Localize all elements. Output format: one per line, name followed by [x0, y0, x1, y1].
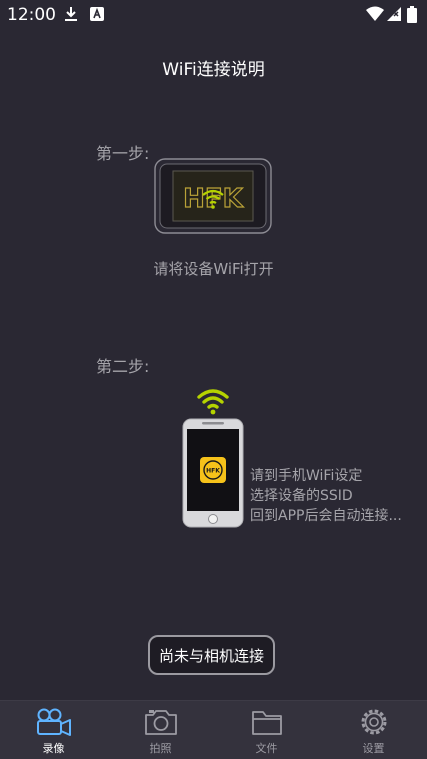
battery-icon	[407, 6, 417, 27]
video-camera-icon	[36, 707, 72, 741]
tab-label: 设置	[362, 742, 385, 755]
status-time: 12:00	[7, 5, 56, 25]
signal-icon	[386, 6, 402, 26]
step2-label: 第二步:	[96, 357, 150, 376]
bottom-tab-bar: 录像 拍照 文件 设置	[0, 700, 427, 759]
folder-icon	[249, 707, 285, 741]
tab-label: 录像	[42, 742, 65, 755]
wifi-icon	[196, 387, 230, 419]
step2-instructions: 请到手机WiFi设定 选择设备的SSID 回到APP后会自动连接...	[250, 466, 402, 526]
phone-illustration: HFK	[182, 418, 244, 528]
step2-line: 回到APP后会自动连接...	[250, 508, 402, 524]
step2-line: 请到手机WiFi设定	[250, 468, 363, 484]
connection-status-button[interactable]: 尚未与相机连接	[148, 635, 275, 675]
app-notification-icon	[90, 6, 104, 25]
tab-label: 文件	[255, 742, 278, 755]
download-icon	[64, 6, 78, 26]
camera-icon	[143, 707, 179, 741]
gear-icon	[356, 707, 392, 741]
page-title: WiFi连接说明	[162, 60, 265, 80]
device-illustration: HFK	[153, 155, 273, 237]
tab-files[interactable]: 文件	[213, 701, 320, 759]
svg-text:HFK: HFK	[206, 468, 220, 475]
step2-line: 选择设备的SSID	[250, 488, 353, 504]
device-logo-text: HFK	[183, 184, 244, 214]
wifi-status-icon	[366, 6, 384, 26]
tab-photo[interactable]: 拍照	[107, 701, 214, 759]
step1-instruction: 请将设备WiFi打开	[153, 260, 274, 278]
step1-label: 第一步:	[96, 144, 150, 163]
tab-settings[interactable]: 设置	[320, 701, 427, 759]
tab-record[interactable]: 录像	[0, 701, 107, 759]
tab-label: 拍照	[149, 742, 172, 755]
status-bar: 12:00	[0, 0, 427, 28]
